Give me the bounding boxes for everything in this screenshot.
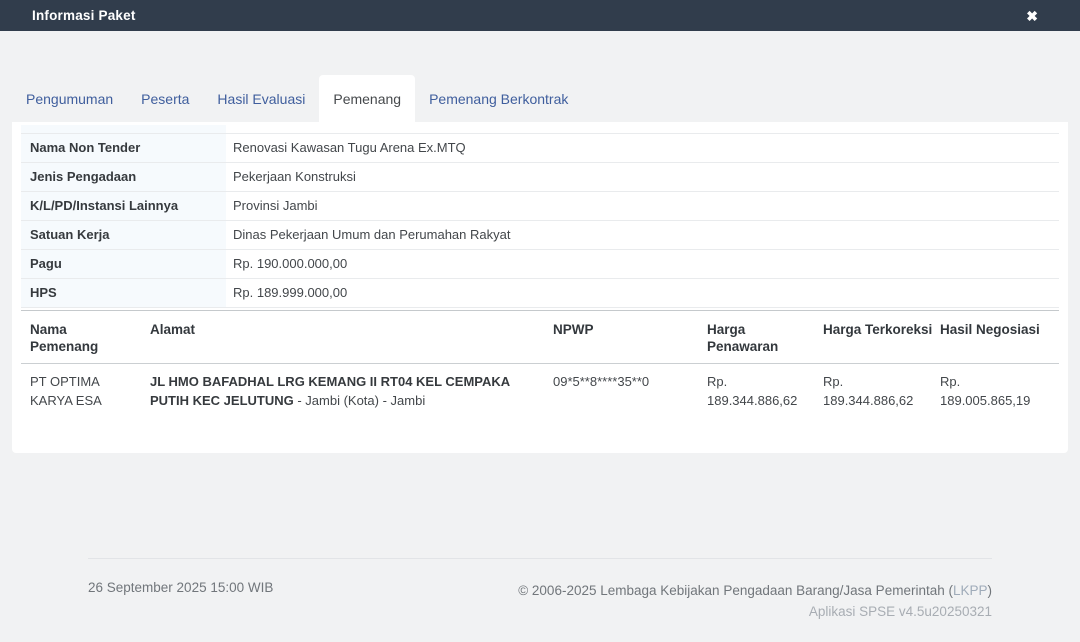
winners-table: Nama Pemenang Alamat NPWP Harga Penawara… (21, 310, 1059, 417)
tab-label: Hasil Evaluasi (217, 91, 305, 107)
column-header-alamat: Alamat (141, 310, 544, 363)
detail-label (21, 125, 226, 133)
tab-hasil-evaluasi[interactable]: Hasil Evaluasi (203, 75, 319, 122)
lkpp-link[interactable]: LKPP (953, 583, 988, 598)
table-row: Nama Non Tender Renovasi Kawasan Tugu Ar… (21, 133, 1059, 162)
tab-label: Pemenang Berkontrak (429, 91, 568, 107)
detail-label: Pagu (21, 249, 226, 278)
tab-label: Pemenang (333, 91, 401, 107)
column-header-npwp: NPWP (544, 310, 698, 363)
detail-label: Jenis Pengadaan (21, 162, 226, 191)
detail-value: Dinas Pekerjaan Umum dan Perumahan Rakya… (226, 220, 1059, 249)
table-row: Jenis Pengadaan Pekerjaan Konstruksi (21, 162, 1059, 191)
table-row: HPS Rp. 189.999.000,00 (21, 278, 1059, 307)
copyright-suffix: ) (988, 583, 993, 598)
detail-label: HPS (21, 278, 226, 307)
tab-pengumuman[interactable]: Pengumuman (12, 75, 127, 122)
winner-address-region: - Jambi (Kota) - Jambi (294, 393, 425, 408)
package-details-table: Nama Non Tender Renovasi Kawasan Tugu Ar… (21, 125, 1059, 308)
winner-npwp: 09*5**8****35**0 (544, 363, 698, 417)
footer-copyright: © 2006-2025 Lembaga Kebijakan Pengadaan … (518, 580, 992, 601)
modal-title: Informasi Paket (32, 8, 136, 23)
page-footer: 26 September 2025 15:00 WIB © 2006-2025 … (88, 558, 992, 622)
winner-harga-terkoreksi: Rp. 189.344.886,62 (814, 363, 931, 417)
detail-value: Renovasi Kawasan Tugu Arena Ex.MTQ (226, 133, 1059, 162)
package-info-panel: Nama Non Tender Renovasi Kawasan Tugu Ar… (12, 122, 1068, 453)
detail-value: Provinsi Jambi (226, 191, 1059, 220)
tab-label: Pengumuman (26, 91, 113, 107)
tab-pemenang[interactable]: Pemenang (319, 75, 415, 122)
detail-label: Nama Non Tender (21, 133, 226, 162)
column-header-harga-terkoreksi: Harga Terkoreksi (814, 310, 931, 363)
table-row-clipped (21, 125, 1059, 133)
detail-label: Satuan Kerja (21, 220, 226, 249)
winner-harga-penawaran: Rp. 189.344.886,62 (698, 363, 814, 417)
winners-header-row: Nama Pemenang Alamat NPWP Harga Penawara… (21, 310, 1059, 363)
winner-row: PT OPTIMA KARYA ESA JL HMO BAFADHAL LRG … (21, 363, 1059, 417)
column-header-hasil-negosiasi: Hasil Negosiasi (931, 310, 1059, 363)
tab-label: Peserta (141, 91, 189, 107)
modal-header: Informasi Paket ✖ (0, 0, 1080, 31)
table-row: Satuan Kerja Dinas Pekerjaan Umum dan Pe… (21, 220, 1059, 249)
winner-hasil-negosiasi: Rp. 189.005.865,19 (931, 363, 1059, 417)
winner-address: JL HMO BAFADHAL LRG KEMANG II RT04 KEL C… (141, 363, 544, 417)
close-icon: ✖ (1026, 8, 1038, 24)
tab-bar: Pengumuman Peserta Hasil Evaluasi Pemena… (12, 75, 1080, 122)
table-row: K/L/PD/Instansi Lainnya Provinsi Jambi (21, 191, 1059, 220)
column-header-harga-penawaran: Harga Penawaran (698, 310, 814, 363)
column-header-nama-pemenang: Nama Pemenang (21, 310, 141, 363)
footer-app-version: Aplikasi SPSE v4.5u20250321 (518, 601, 992, 622)
table-row: Pagu Rp. 190.000.000,00 (21, 249, 1059, 278)
close-button[interactable]: ✖ (1024, 7, 1040, 25)
footer-copyright-block: © 2006-2025 Lembaga Kebijakan Pengadaan … (518, 580, 992, 622)
tab-pemenang-berkontrak[interactable]: Pemenang Berkontrak (415, 75, 582, 122)
footer-timestamp: 26 September 2025 15:00 WIB (88, 580, 273, 595)
detail-label: K/L/PD/Instansi Lainnya (21, 191, 226, 220)
winner-name: PT OPTIMA KARYA ESA (21, 363, 141, 417)
copyright-text: © 2006-2025 Lembaga Kebijakan Pengadaan … (518, 583, 953, 598)
detail-value: Rp. 190.000.000,00 (226, 249, 1059, 278)
detail-value: Pekerjaan Konstruksi (226, 162, 1059, 191)
tab-peserta[interactable]: Peserta (127, 75, 203, 122)
detail-value: Rp. 189.999.000,00 (226, 278, 1059, 307)
detail-value (226, 125, 1059, 133)
